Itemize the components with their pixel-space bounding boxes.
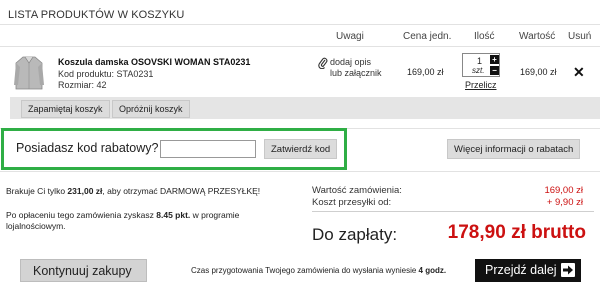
section-divider <box>0 24 600 25</box>
paperclip-icon <box>318 57 328 69</box>
column-header-quantity: Ilość <box>474 31 495 42</box>
column-header-remove: Usuń <box>568 31 592 42</box>
loyalty-points-notice-line2: lojalnościowym. <box>6 221 66 231</box>
preparation-time-note: Czas przygotowania Twojego zamówienia do… <box>191 266 446 275</box>
save-cart-button[interactable]: Zapamiętaj koszyk <box>21 100 110 118</box>
arrow-right-icon <box>561 263 575 277</box>
free-shipping-prefix: Brakuje Ci tylko <box>6 186 68 196</box>
continue-shopping-button[interactable]: Kontynuuj zakupy <box>20 259 147 282</box>
quantity-value: 1 <box>477 56 483 66</box>
add-note-link[interactable]: dodaj opis lub załącznik <box>318 57 382 79</box>
product-size: Rozmiar: 42 <box>58 80 107 90</box>
loyalty-points-value: 8.45 pkt. <box>156 210 191 220</box>
header-divider <box>0 46 600 47</box>
prep-time-value: 4 godz. <box>418 266 447 275</box>
product-code: Kod produktu: STA0231 <box>58 69 154 79</box>
shipping-cost-label: Koszt przesyłki od: <box>312 197 392 208</box>
prep-time-prefix: Czas przygotowania Twojego zamówienia do… <box>191 266 419 275</box>
coupon-label: Posiadasz kod rabatowy? <box>16 141 159 155</box>
summary-divider <box>312 211 594 212</box>
proceed-label: Przejdź dalej <box>485 263 557 277</box>
quantity-unit: szt. <box>472 66 485 75</box>
shipping-cost-amount: + 9,90 zł <box>546 197 583 208</box>
column-header-unit-price: Cena jedn. <box>403 31 452 42</box>
coupon-bottom-divider <box>0 171 600 172</box>
unit-price: 169,00 zł <box>407 67 444 77</box>
quantity-increase-button[interactable]: + <box>490 55 499 64</box>
quantity-decrease-button[interactable]: − <box>490 66 499 75</box>
column-header-value: Wartość <box>519 31 556 42</box>
free-shipping-amount: 231,00 zł <box>67 186 103 196</box>
coupon-code-input[interactable] <box>160 140 256 158</box>
loyalty-points-notice: Po opłaceniu tego zamówienia zyskasz 8.4… <box>6 210 239 221</box>
free-shipping-notice: Brakuje Ci tylko 231,00 zł, aby otrzymać… <box>6 186 260 197</box>
free-shipping-suffix: , aby otrzymać DARMOWĄ PRZESYŁKĘ! <box>102 186 261 196</box>
total-label: Do zapłaty: <box>312 225 398 244</box>
line-total: 169,00 zł <box>520 67 557 77</box>
proceed-button[interactable]: Przejdź dalej <box>475 259 581 282</box>
discount-info-button[interactable]: Więcej informacji o rabatach <box>447 139 581 159</box>
clear-cart-button[interactable]: Opróżnij koszyk <box>112 100 190 118</box>
remove-item-icon[interactable]: ✕ <box>573 64 585 81</box>
order-value-amount: 169,00 zł <box>544 185 583 196</box>
apply-coupon-button[interactable]: Zatwierdź kod <box>264 139 338 159</box>
total-amount: 178,90 zł brutto <box>447 222 586 243</box>
recalculate-link[interactable]: Przelicz <box>465 80 497 90</box>
add-attachment-label: lub załącznik <box>330 68 382 78</box>
loyalty-prefix: Po opłaceniu tego zamówienia zyskasz <box>6 210 157 220</box>
column-header-notes: Uwagi <box>336 31 364 42</box>
cart-section-title: LISTA PRODUKTÓW W KOSZYKU <box>8 9 185 21</box>
product-thumbnail[interactable] <box>14 55 44 91</box>
order-value-label: Wartość zamówienia: <box>312 185 402 196</box>
loyalty-suffix: w programie <box>190 210 240 220</box>
product-name[interactable]: Koszula damska OSOVSKI WOMAN STA0231 <box>58 57 250 67</box>
